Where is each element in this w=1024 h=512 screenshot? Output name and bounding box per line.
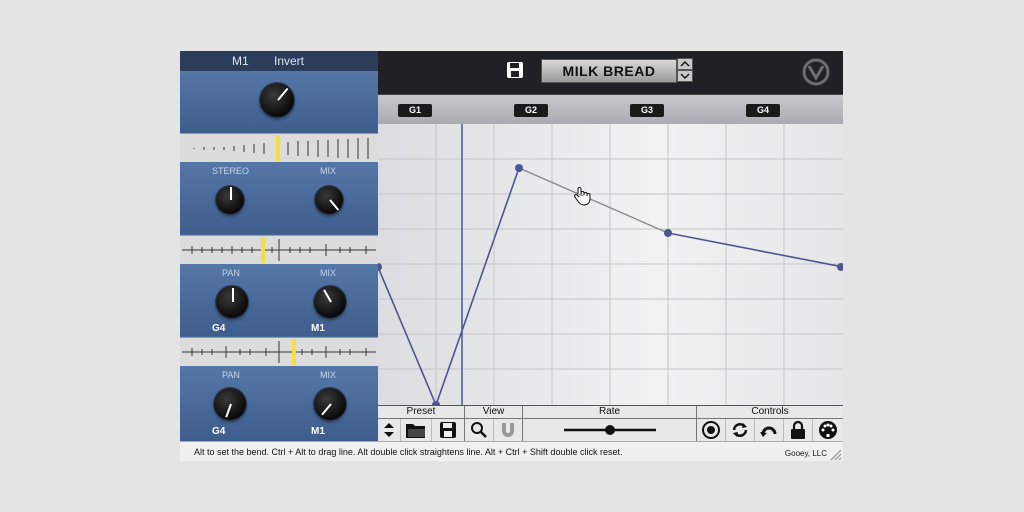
- resize-grip-icon[interactable]: [830, 449, 842, 461]
- knob-main[interactable]: [260, 83, 294, 117]
- mix-destination[interactable]: M1: [311, 426, 325, 437]
- up-down-arrows-icon: [384, 423, 394, 437]
- brand-logo-icon: [802, 58, 830, 86]
- group-button-g2[interactable]: G2: [514, 104, 548, 117]
- company-label: Gooey, LLC: [784, 449, 827, 458]
- mix-destination[interactable]: M1: [311, 323, 325, 334]
- controls-section-label: Controls: [697, 406, 843, 419]
- pan-label: PAN: [222, 268, 240, 278]
- slider-marker-1: [276, 135, 280, 161]
- loop-button[interactable]: [726, 419, 755, 441]
- pan-knob[interactable]: [216, 286, 248, 318]
- folder-icon: [406, 424, 425, 438]
- snap-button[interactable]: [494, 419, 523, 441]
- midi-icon: [819, 421, 837, 439]
- status-message: Alt to set the bend. Ctrl + Alt to drag …: [194, 447, 623, 457]
- envelope-canvas[interactable]: [374, 124, 843, 409]
- zoom-button[interactable]: [465, 419, 494, 441]
- slider-marker-3: [292, 339, 296, 365]
- pan-knob[interactable]: [214, 388, 246, 420]
- slider-marker-2: [261, 237, 265, 263]
- pan-label: PAN: [222, 370, 240, 380]
- slider-ticks-3: [182, 339, 376, 365]
- mode-label[interactable]: Invert: [274, 54, 304, 68]
- mix-label: MIX: [320, 370, 337, 380]
- rate-section-label: Rate: [523, 406, 697, 419]
- slider-strip-1[interactable]: [180, 133, 378, 163]
- status-bar: Alt to set the bend. Ctrl + Alt to drag …: [180, 441, 843, 461]
- magnet-icon: [502, 423, 514, 437]
- preset-stepper-button[interactable]: [378, 419, 401, 441]
- group-button-g3[interactable]: G3: [630, 104, 664, 117]
- preset-bar: MILK BREAD: [378, 51, 843, 94]
- lock-icon: [791, 420, 805, 439]
- rate-slider-thumb[interactable]: [604, 425, 615, 435]
- pan-destination[interactable]: G4: [212, 323, 225, 334]
- section-1: [180, 71, 378, 133]
- save-icon: [440, 422, 456, 438]
- slider-strip-3[interactable]: [180, 337, 378, 367]
- mix-knob[interactable]: [314, 286, 346, 318]
- slider-strip-2[interactable]: [180, 235, 378, 265]
- magnifier-icon: [471, 422, 487, 438]
- mix-knob[interactable]: [315, 186, 343, 214]
- preset-name-display[interactable]: MILK BREAD: [541, 59, 677, 83]
- rate-slider-track: [563, 425, 656, 435]
- mix-label: MIX: [320, 268, 337, 278]
- slot-label[interactable]: M1: [232, 54, 249, 68]
- section-4: PAN MIX G4 M1: [180, 366, 378, 441]
- preset-section-label: Preset: [378, 406, 465, 419]
- save-preset-button[interactable]: [432, 419, 465, 441]
- undo-icon: [760, 426, 777, 437]
- envelope-curve-decay: [667, 232, 843, 268]
- control-bar: Preset View Rate Controls: [378, 405, 843, 442]
- stereo-label: STEREO: [212, 166, 250, 176]
- group-bar: G1 G2 G3 G4: [378, 94, 843, 125]
- view-section-label: View: [465, 406, 523, 419]
- group-button-g4[interactable]: G4: [746, 104, 780, 117]
- envelope-point[interactable]: [515, 164, 523, 172]
- open-preset-button[interactable]: [401, 419, 432, 441]
- envelope-graph[interactable]: [374, 124, 843, 409]
- rate-slider[interactable]: [523, 419, 697, 441]
- retrigger-button[interactable]: [697, 419, 726, 441]
- modulation-panel: M1 Invert STEREO MIX PAN MIX G4 M1 PAN M…: [180, 51, 378, 441]
- mix-label: MIX: [320, 166, 337, 176]
- envelope-curve-selected: [518, 167, 669, 234]
- loop-icon: [732, 423, 748, 437]
- modulation-header: M1 Invert: [180, 51, 378, 71]
- stereo-knob[interactable]: [216, 186, 244, 214]
- group-button-g1[interactable]: G1: [398, 104, 432, 117]
- midi-button[interactable]: [813, 419, 843, 441]
- preset-stepper-icon[interactable]: [677, 58, 693, 82]
- envelope-point[interactable]: [664, 229, 672, 237]
- section-3: PAN MIX G4 M1: [180, 264, 378, 336]
- slider-ticks-2: [182, 237, 376, 263]
- mix-knob[interactable]: [314, 388, 346, 420]
- target-icon: [702, 421, 720, 439]
- lock-button[interactable]: [784, 419, 813, 441]
- slider-ticks-1: [193, 135, 369, 161]
- plugin-window: M1 Invert STEREO MIX PAN MIX G4 M1 PAN M…: [180, 51, 843, 461]
- save-icon[interactable]: [506, 61, 524, 79]
- undo-button[interactable]: [755, 419, 784, 441]
- hand-cursor-icon: [574, 187, 591, 206]
- section-2: STEREO MIX: [180, 162, 378, 234]
- grid: [378, 124, 843, 405]
- pan-destination[interactable]: G4: [212, 426, 225, 437]
